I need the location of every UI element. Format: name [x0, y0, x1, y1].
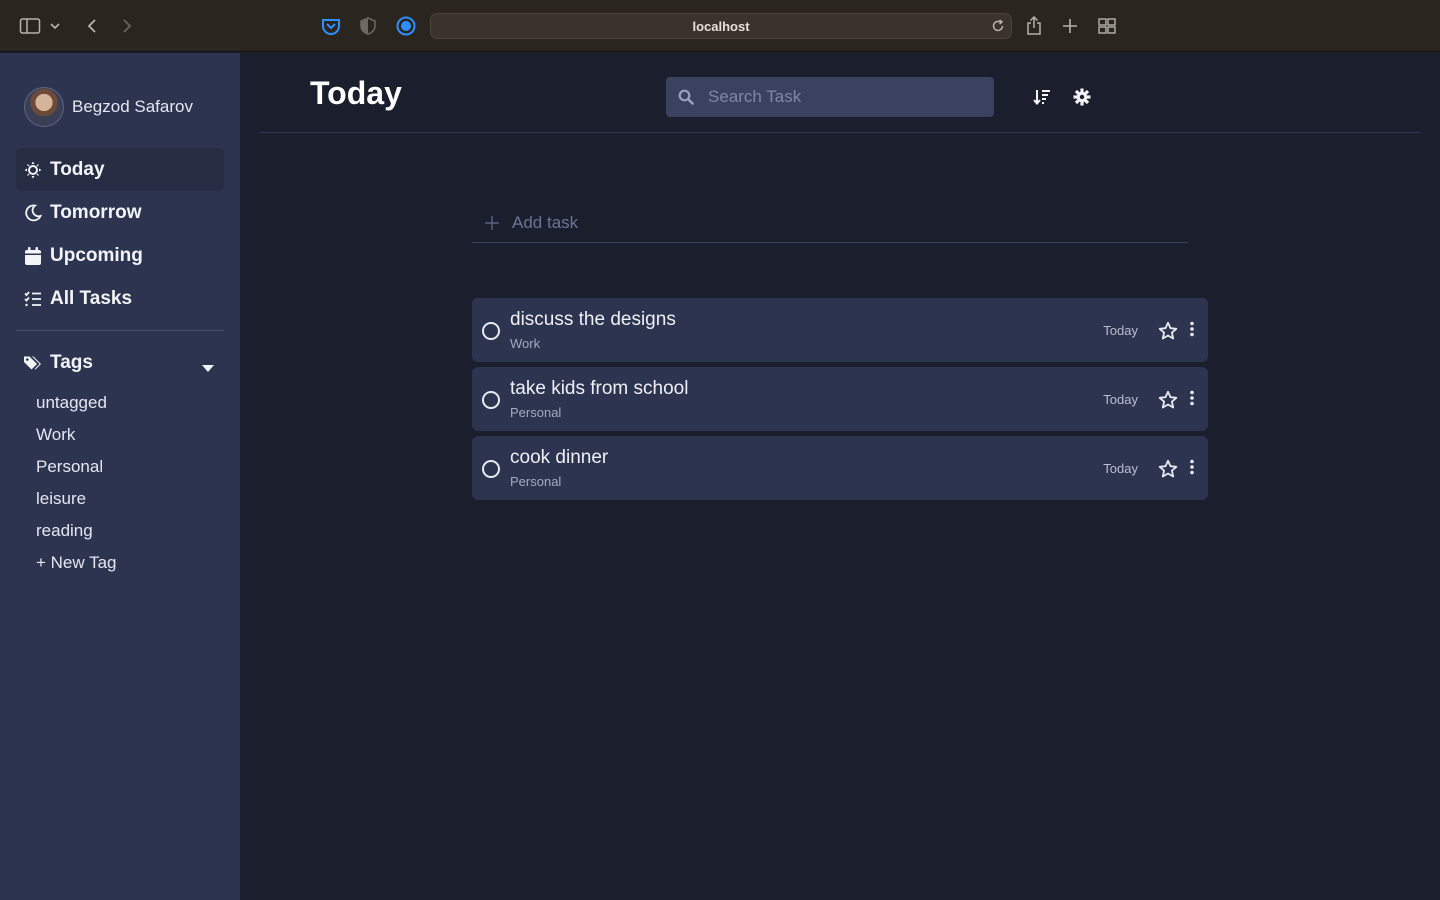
pocket-icon[interactable] — [319, 14, 343, 38]
tag-item-leisure[interactable]: leisure — [36, 483, 116, 515]
forward-icon[interactable] — [115, 14, 139, 38]
task-due-date: Today — [1103, 323, 1138, 338]
main-nav: Today Tomorrow Upcoming All Tasks — [16, 148, 224, 320]
settings-gear-icon[interactable] — [1072, 87, 1092, 107]
tag-item-reading[interactable]: reading — [36, 515, 116, 547]
nav-item-label: Tomorrow — [50, 201, 142, 223]
nav-item-label: Today — [50, 158, 105, 180]
task-list-icon — [24, 290, 42, 308]
privacy-shield-icon[interactable] — [356, 14, 380, 38]
sidebar-toggle-icon[interactable] — [18, 14, 42, 38]
sun-icon — [24, 161, 42, 179]
task-tag: Work — [510, 336, 541, 351]
address-bar-url[interactable]: localhost — [431, 19, 1011, 34]
sidebar-divider — [16, 330, 224, 331]
address-bar[interactable]: localhost — [430, 13, 1012, 39]
tags-heading: Tags — [50, 352, 93, 373]
user-name: Begzod Safarov — [72, 97, 193, 116]
nav-item-label: All Tasks — [50, 287, 133, 309]
extension-icon[interactable] — [394, 14, 418, 38]
search-box[interactable] — [666, 77, 994, 117]
tab-overview-icon[interactable] — [1095, 14, 1119, 38]
page-title: Today — [310, 75, 402, 111]
share-icon[interactable] — [1022, 14, 1046, 38]
nav-item-tomorrow[interactable]: Tomorrow — [16, 191, 224, 234]
new-tag-button[interactable]: + New Tag — [36, 547, 116, 579]
tags-section-header[interactable]: Tags — [24, 349, 216, 377]
tags-icon — [24, 354, 42, 372]
task-tag: Personal — [510, 405, 562, 420]
task-card[interactable]: take kids from school Personal Today — [472, 367, 1208, 431]
task-complete-checkbox[interactable] — [482, 322, 500, 340]
search-input[interactable] — [708, 87, 978, 107]
reload-icon[interactable] — [989, 17, 1007, 35]
sidebar: Begzod Safarov Today Tomorrow Upcoming A… — [0, 53, 240, 900]
task-complete-checkbox[interactable] — [482, 460, 500, 478]
nav-item-upcoming[interactable]: Upcoming — [16, 234, 224, 277]
task-title[interactable]: take kids from school — [510, 378, 688, 400]
more-options-icon[interactable] — [1186, 321, 1198, 341]
task-due-date: Today — [1103, 461, 1138, 476]
task-card[interactable]: cook dinner Personal Today — [472, 436, 1208, 500]
chevron-down-icon[interactable] — [47, 14, 63, 38]
tag-item-work[interactable]: Work — [36, 419, 116, 451]
star-icon[interactable] — [1158, 321, 1178, 341]
nav-item-label: Upcoming — [50, 244, 143, 266]
task-title[interactable]: discuss the designs — [510, 309, 676, 331]
new-tab-icon[interactable] — [1058, 14, 1082, 38]
task-due-date: Today — [1103, 392, 1138, 407]
moon-icon — [24, 204, 42, 222]
more-options-icon[interactable] — [1186, 459, 1198, 479]
avatar[interactable] — [24, 87, 64, 127]
caret-down-icon[interactable] — [202, 357, 214, 372]
task-card[interactable]: discuss the designs Work Today — [472, 298, 1208, 362]
plus-icon — [484, 215, 500, 231]
add-task-input[interactable]: Add task — [472, 203, 1188, 243]
tag-item-untagged[interactable]: untagged — [36, 387, 116, 419]
star-icon[interactable] — [1158, 390, 1178, 410]
user-profile[interactable]: Begzod Safarov — [24, 87, 193, 127]
star-icon[interactable] — [1158, 459, 1178, 479]
sort-icon[interactable] — [1032, 87, 1052, 107]
calendar-icon — [24, 246, 42, 265]
task-tag: Personal — [510, 474, 562, 489]
tag-item-personal[interactable]: Personal — [36, 451, 116, 483]
task-list: discuss the designs Work Today take kids… — [472, 298, 1208, 505]
more-options-icon[interactable] — [1186, 390, 1198, 410]
task-complete-checkbox[interactable] — [482, 391, 500, 409]
header-divider — [260, 132, 1420, 133]
browser-toolbar: localhost — [0, 0, 1440, 52]
main-content: Today Add task discuss the designs Work … — [240, 53, 1440, 900]
search-icon — [678, 89, 694, 105]
nav-item-all-tasks[interactable]: All Tasks — [16, 277, 224, 320]
task-title[interactable]: cook dinner — [510, 447, 608, 469]
back-icon[interactable] — [80, 14, 104, 38]
nav-item-today[interactable]: Today — [16, 148, 224, 191]
add-task-label: Add task — [512, 212, 579, 232]
tag-list: untagged Work Personal leisure reading +… — [36, 387, 116, 579]
